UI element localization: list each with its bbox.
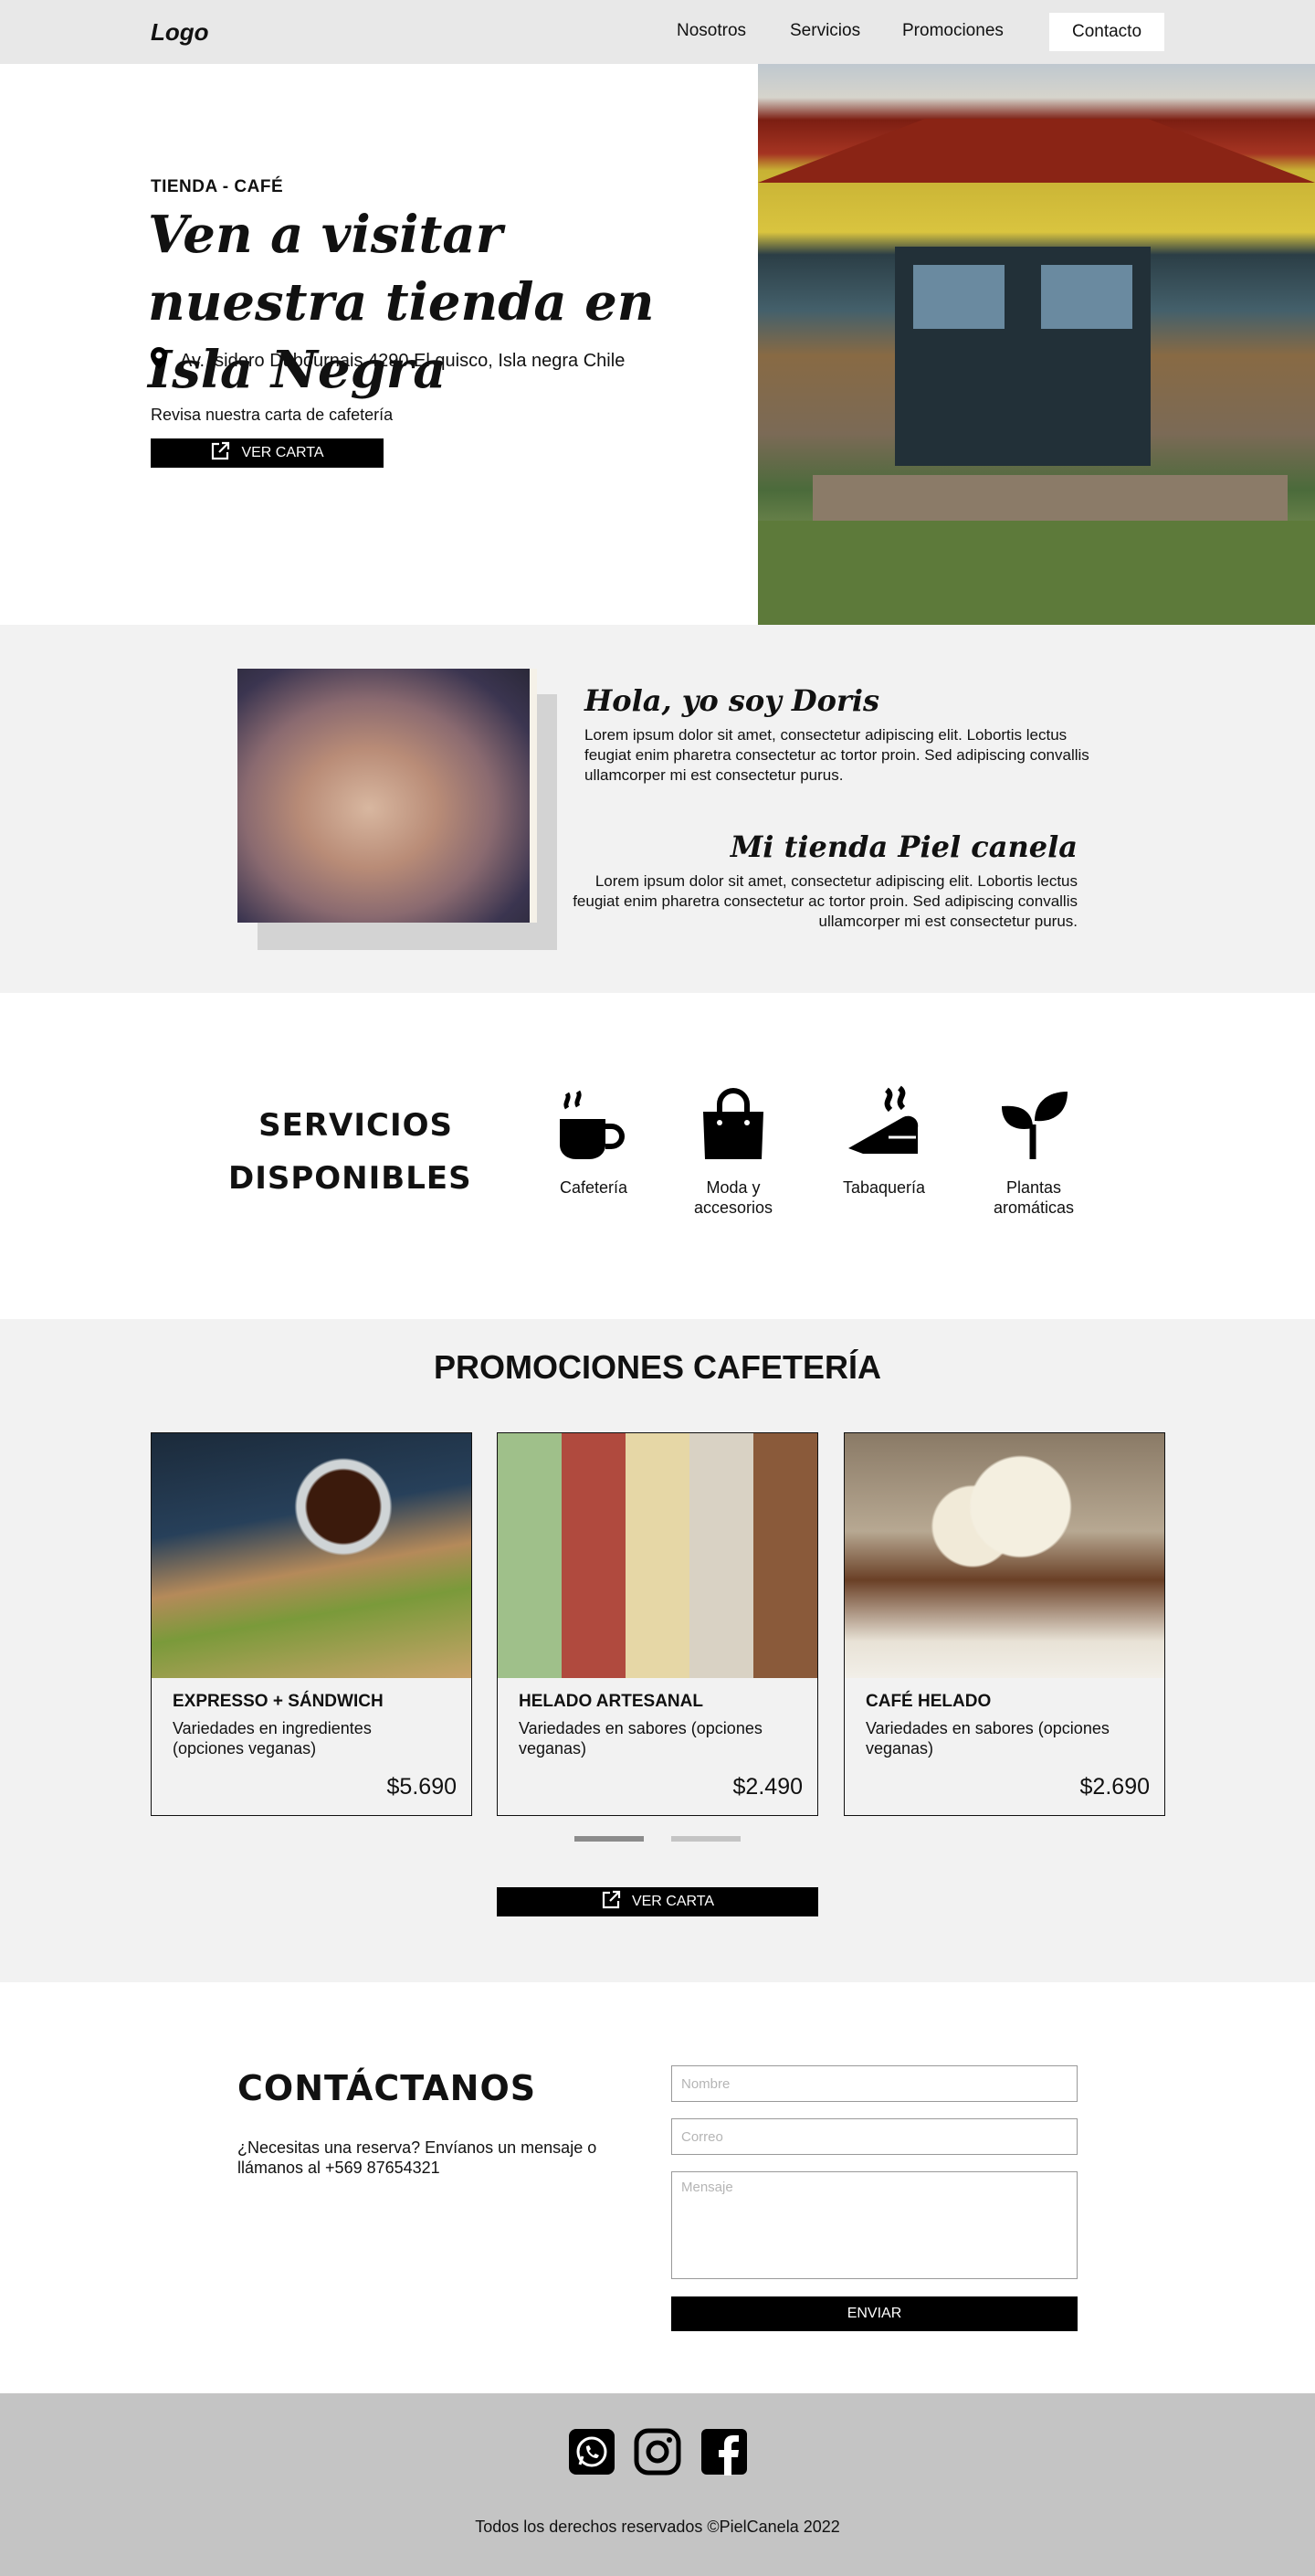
services-title: SERVICIOS DISPONIBLES bbox=[228, 1107, 472, 1197]
photo-roof bbox=[758, 119, 1315, 183]
photo-plants bbox=[758, 521, 1315, 625]
service-moda: Moda y accesorios bbox=[665, 1084, 802, 1218]
contact-section: CONTÁCTANOS ¿Necesitas una reserva? Enví… bbox=[0, 1982, 1315, 2393]
contact-text: ¿Necesitas una reserva? Envíanos un mens… bbox=[237, 2138, 597, 2177]
nav-link-promociones[interactable]: Promociones bbox=[902, 21, 1004, 41]
promos-ver-carta-button[interactable]: VER CARTA bbox=[497, 1887, 818, 1916]
ver-carta-label: VER CARTA bbox=[631, 1894, 715, 1909]
hero-eyebrow: TIENDA - CAFÉ bbox=[151, 177, 284, 196]
contact-title: CONTÁCTANOS bbox=[237, 2068, 537, 2108]
promo-name: HELADO ARTESANAL bbox=[519, 1692, 703, 1711]
service-label: Cafetería bbox=[559, 1178, 628, 1197]
whatsapp-icon[interactable] bbox=[568, 2428, 615, 2476]
hero-section: TIENDA - CAFÉ Ven a visitar nuestra tien… bbox=[0, 64, 1315, 625]
external-link-icon bbox=[601, 1890, 621, 1915]
promotions-section: PROMOCIONES CAFETERÍA EXPRESSO + SÁNDWIC… bbox=[0, 1319, 1315, 1982]
promo-card[interactable]: HELADO ARTESANAL Variedades en sabores (… bbox=[497, 1432, 818, 1816]
service-label: Tabaquería bbox=[842, 1178, 926, 1197]
photo-window bbox=[1041, 265, 1132, 329]
about-title-doris: Hola, yo soy Doris bbox=[584, 683, 880, 718]
about-text-doris: Lorem ipsum dolor sit amet, consectetur … bbox=[584, 726, 1089, 784]
cigar-icon bbox=[848, 1085, 919, 1154]
promo-price: $2.690 bbox=[1079, 1774, 1150, 1800]
espresso-sandwich-photo bbox=[152, 1433, 471, 1678]
shopping-bag-icon bbox=[703, 1088, 763, 1159]
service-label: Moda y accesorios bbox=[693, 1178, 773, 1217]
promo-description: Variedades en sabores (opciones veganas) bbox=[866, 1719, 1110, 1758]
copyright-text: Todos los derechos reservados ©PielCanel… bbox=[475, 2518, 840, 2536]
send-button[interactable]: ENVIAR bbox=[671, 2296, 1078, 2331]
email-field[interactable] bbox=[671, 2118, 1078, 2155]
promo-description: Variedades en sabores (opciones veganas) bbox=[519, 1719, 763, 1758]
top-nav: Logo Nosotros Servicios Promociones Cont… bbox=[0, 0, 1315, 64]
hero-ver-carta-button[interactable]: VER CARTA bbox=[151, 438, 384, 468]
name-field[interactable] bbox=[671, 2065, 1078, 2102]
instagram-icon[interactable] bbox=[634, 2428, 681, 2476]
services-section: SERVICIOS DISPONIBLES Cafetería Moda y a… bbox=[0, 993, 1315, 1319]
helado-artesanal-photo bbox=[498, 1433, 817, 1678]
service-plantas: Plantas aromáticas bbox=[965, 1084, 1102, 1218]
coffee-cup-icon bbox=[560, 1090, 626, 1159]
promo-description: Variedades en ingredientes (opciones veg… bbox=[173, 1719, 372, 1758]
message-field[interactable] bbox=[671, 2171, 1078, 2279]
facebook-icon[interactable] bbox=[700, 2428, 748, 2476]
promo-price: $2.490 bbox=[732, 1774, 803, 1800]
external-link-icon bbox=[210, 441, 230, 466]
address-text: Av. Isidoro Dubournais 4290 El quisco, I… bbox=[180, 350, 626, 371]
doris-photo bbox=[237, 669, 537, 923]
nav-link-nosotros[interactable]: Nosotros bbox=[677, 21, 746, 41]
carousel-dot[interactable] bbox=[671, 1836, 741, 1842]
carousel-dot-active[interactable] bbox=[574, 1836, 644, 1842]
sprout-icon bbox=[1002, 1092, 1068, 1159]
service-label: Plantas aromáticas bbox=[993, 1178, 1075, 1217]
service-cafeteria: Cafetería bbox=[525, 1084, 662, 1198]
about-section: Hola, yo soy Doris Lorem ipsum dolor sit… bbox=[0, 625, 1315, 993]
photo-window bbox=[913, 265, 1005, 329]
about-text-store: Lorem ipsum dolor sit amet, consectetur … bbox=[573, 872, 1078, 930]
hero-address: Av. Isidoro Dubournais 4290 El quisco, I… bbox=[151, 347, 625, 375]
promo-name: EXPRESSO + SÁNDWICH bbox=[173, 1692, 384, 1711]
promotions-title: PROMOCIONES CAFETERÍA bbox=[433, 1348, 882, 1386]
nav-link-servicios[interactable]: Servicios bbox=[790, 21, 860, 41]
ver-carta-label: VER CARTA bbox=[241, 445, 324, 460]
location-pin-icon bbox=[151, 347, 167, 375]
nav-contact-button[interactable]: Contacto bbox=[1049, 13, 1164, 51]
promo-price: $5.690 bbox=[386, 1774, 457, 1800]
hero-note: Revisa nuestra carta de cafetería bbox=[151, 406, 394, 424]
cafe-helado-photo bbox=[845, 1433, 1164, 1678]
promo-card[interactable]: CAFÉ HELADO Variedades en sabores (opcio… bbox=[844, 1432, 1165, 1816]
service-tabaqueria: Tabaquería bbox=[815, 1084, 952, 1198]
store-photo bbox=[758, 64, 1315, 625]
promo-card[interactable]: EXPRESSO + SÁNDWICH Variedades en ingred… bbox=[151, 1432, 472, 1816]
about-title-store: Mi tienda Piel canela bbox=[730, 829, 1078, 864]
logo[interactable]: Logo bbox=[151, 18, 209, 47]
promo-name: CAFÉ HELADO bbox=[866, 1692, 992, 1711]
footer: Todos los derechos reservados ©PielCanel… bbox=[0, 2393, 1315, 2576]
